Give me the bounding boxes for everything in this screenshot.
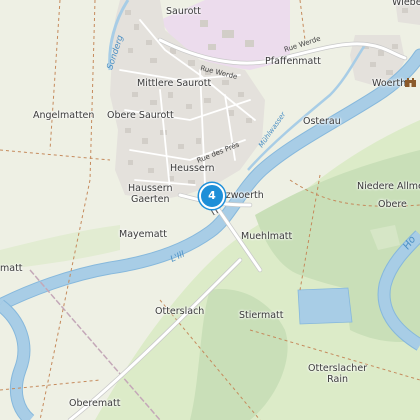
place-stiermatt: Stiermatt <box>239 310 284 321</box>
place-matt: matt <box>0 263 23 274</box>
place-otterslach: Otterslach <box>155 306 205 317</box>
place-haussern-gaerten: Haussern Gaerten <box>128 183 173 205</box>
rain-line: Rain <box>327 374 348 385</box>
place-wiebe: Wiebe <box>392 0 420 8</box>
otterslacher-line: Otterslacher <box>308 363 368 374</box>
place-muehlmatt: Muehlmatt <box>241 231 293 242</box>
place-mittlere-saurott: Mittlere Saurott <box>137 78 212 89</box>
place-woerth: Woerth <box>372 78 407 89</box>
place-oberematt: Oberematt <box>69 398 121 409</box>
gaerten-line: Gaerten <box>130 194 170 205</box>
haussern-line: Haussern <box>128 183 173 194</box>
place-saurott: Saurott <box>166 6 201 17</box>
map-base-layer: Sonderg Mühlwasser L'Ill Ho Rue Werde Ru… <box>0 0 420 420</box>
castle-icon <box>405 78 416 87</box>
numbered-pin-icon[interactable]: 4 <box>199 183 225 209</box>
place-obere: Obere <box>378 199 407 210</box>
lake <box>297 287 353 325</box>
map-view[interactable]: Sonderg Mühlwasser L'Ill Ho Rue Werde Ru… <box>0 0 420 420</box>
place-angelmatten: Angelmatten <box>33 110 95 121</box>
place-tzwoerth: tzwoerth <box>222 190 264 201</box>
place-heussern: Heussern <box>170 163 215 174</box>
place-niedere-allme: Niedere Allme <box>357 181 420 192</box>
place-mayematt: Mayematt <box>119 229 168 240</box>
place-otterslacher-rain: Otterslacher Rain <box>308 363 367 385</box>
place-pfaffenmatt: Pfaffenmatt <box>265 56 321 67</box>
place-obere-saurott: Obere Saurott <box>107 110 174 121</box>
place-osterau: Osterau <box>303 116 341 127</box>
